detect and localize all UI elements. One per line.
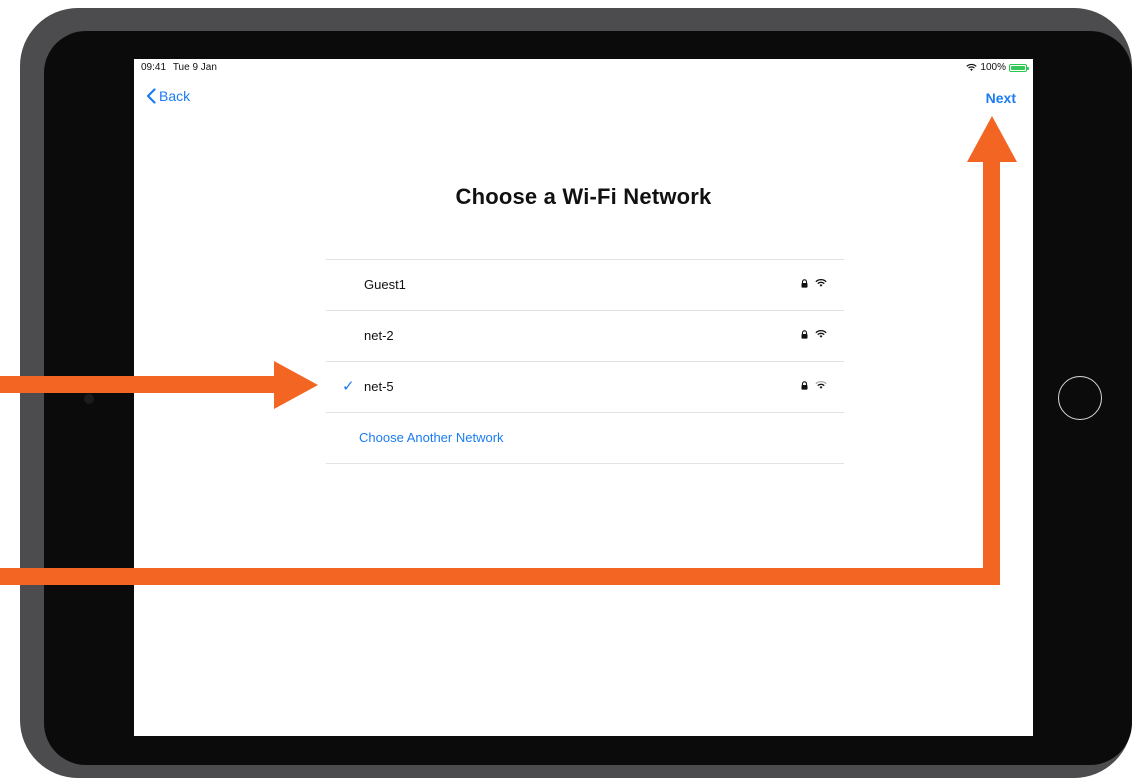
wifi-icon [815, 278, 827, 287]
lock-icon [801, 380, 808, 390]
network-status-icons [801, 380, 827, 390]
choose-another-network-row[interactable]: Choose Another Network [326, 413, 844, 464]
network-name: net-5 [364, 379, 394, 394]
network-name: net-2 [364, 328, 394, 343]
ipad-screen: 09:41 Tue 9 Jan 100% Back Next Choose a … [134, 59, 1033, 736]
network-name: Guest1 [364, 277, 406, 292]
tutorial-stage: 09:41 Tue 9 Jan 100% Back Next Choose a … [0, 0, 1132, 781]
annotation-line-bottom [0, 568, 1000, 585]
checkmark-icon: ✓ [342, 378, 355, 395]
back-label: Back [159, 88, 191, 104]
network-list: Guest1 net-2 ✓ net-5 Choose Another Netw… [326, 259, 844, 464]
choose-another-network-link[interactable]: Choose Another Network [359, 430, 504, 445]
wifi-icon [815, 329, 827, 338]
wifi-icon [815, 380, 827, 389]
battery-percent: 100% [980, 62, 1006, 73]
status-time: 09:41 [141, 62, 167, 73]
status-bar: 09:41 Tue 9 Jan 100% [134, 59, 1033, 77]
chevron-left-icon [146, 88, 156, 104]
network-status-icons [801, 329, 827, 339]
network-row-net-5[interactable]: ✓ net-5 [326, 362, 844, 413]
status-date: Tue 9 Jan [172, 62, 217, 73]
back-button[interactable]: Back [146, 88, 190, 104]
annotation-line-vertical [983, 160, 1000, 585]
annotation-arrowhead-right [274, 361, 318, 409]
annotation-arrow-shaft-left [0, 376, 276, 393]
status-datetime: 09:41 Tue 9 Jan [141, 62, 217, 73]
network-row-guest1[interactable]: Guest1 [326, 260, 844, 311]
network-row-net-2[interactable]: net-2 [326, 311, 844, 362]
lock-icon [801, 329, 808, 339]
wifi-icon [966, 63, 978, 71]
network-status-icons [801, 278, 827, 288]
page-title: Choose a Wi-Fi Network [455, 184, 712, 209]
home-button[interactable] [1058, 376, 1102, 420]
status-indicators: 100% [966, 62, 1029, 73]
front-camera [84, 394, 94, 404]
battery-icon [1009, 63, 1029, 72]
lock-icon [801, 278, 808, 288]
next-button[interactable]: Next [986, 90, 1016, 106]
annotation-arrowhead-up [967, 116, 1017, 162]
